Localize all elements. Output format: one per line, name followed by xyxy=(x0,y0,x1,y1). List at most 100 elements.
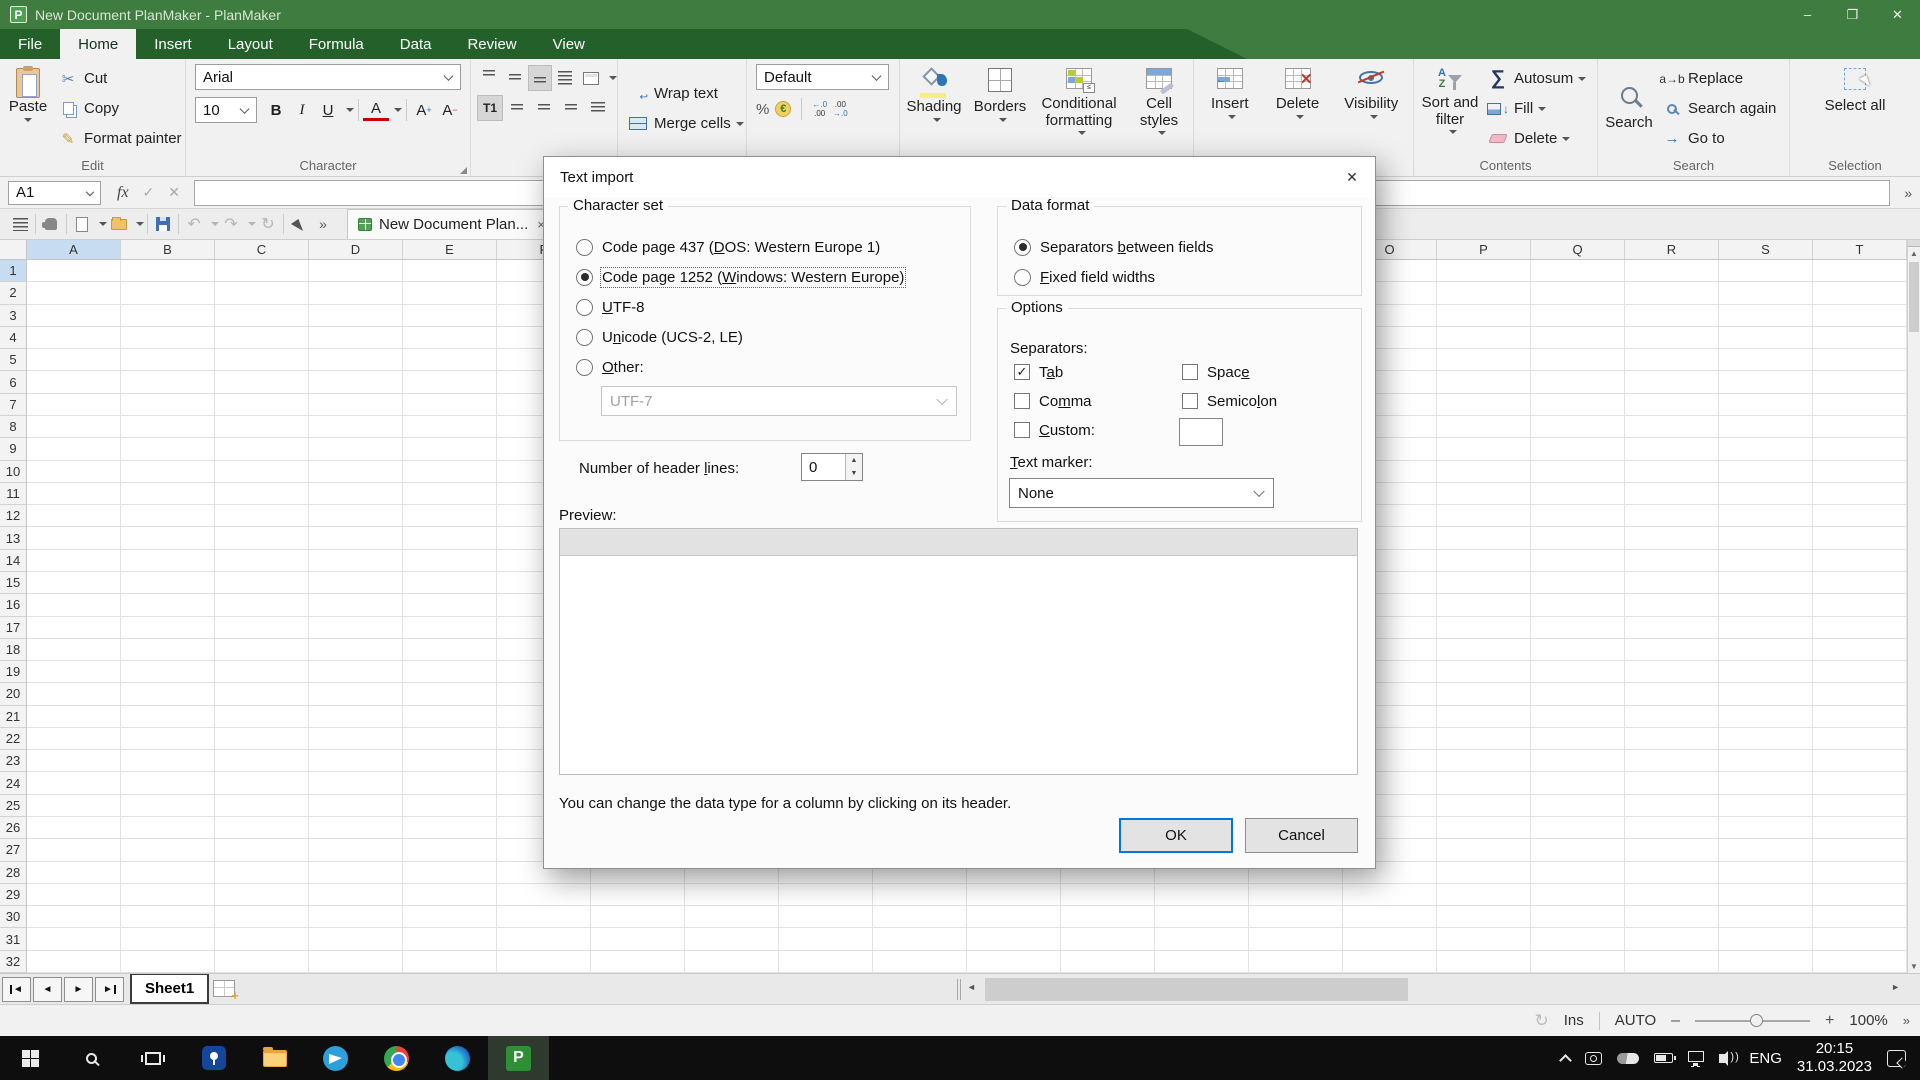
checkbox-space[interactable]: Space xyxy=(1182,357,1250,387)
dialog-close-button[interactable]: ✕ xyxy=(1329,157,1375,197)
cell-T13[interactable] xyxy=(1813,527,1907,549)
row-header-13[interactable]: 13 xyxy=(0,527,27,549)
sort-filter-dropdown-arrow[interactable] xyxy=(1449,130,1457,134)
cell-E13[interactable] xyxy=(403,527,497,549)
cell-S11[interactable] xyxy=(1719,483,1813,505)
cell-B24[interactable] xyxy=(121,772,215,794)
cell-D11[interactable] xyxy=(309,483,403,505)
row-header-2[interactable]: 2 xyxy=(0,282,27,304)
scroll-left-icon[interactable]: ◄ xyxy=(967,982,976,992)
cell-A2[interactable] xyxy=(27,282,121,304)
autosum-dropdown-arrow[interactable] xyxy=(1578,77,1586,81)
cell-D6[interactable] xyxy=(309,371,403,393)
cell-E25[interactable] xyxy=(403,795,497,817)
cell-S6[interactable] xyxy=(1719,371,1813,393)
align-center-button[interactable] xyxy=(531,95,557,121)
cell-B32[interactable] xyxy=(121,951,215,973)
cell-R18[interactable] xyxy=(1625,639,1719,661)
cell-B6[interactable] xyxy=(121,371,215,393)
radio-separators-between-fields[interactable]: Separators between fields xyxy=(1014,232,1213,262)
taskbar-file-explorer-icon[interactable] xyxy=(244,1036,305,1080)
tab-scroll-splitter[interactable] xyxy=(957,979,961,1000)
insert-function-button[interactable]: fx xyxy=(117,184,129,202)
visibility-button[interactable]: Visibility xyxy=(1333,59,1409,158)
cell-R2[interactable] xyxy=(1625,282,1719,304)
replace-button[interactable]: a→bReplace xyxy=(1660,64,1776,94)
currency-format-button[interactable]: € xyxy=(775,101,791,117)
cell-R27[interactable] xyxy=(1625,839,1719,861)
cell-R6[interactable] xyxy=(1625,371,1719,393)
cell-A12[interactable] xyxy=(27,505,121,527)
cell-R21[interactable] xyxy=(1625,706,1719,728)
row-header-12[interactable]: 12 xyxy=(0,505,27,527)
text-marker-combo[interactable]: None xyxy=(1009,478,1274,508)
cell-P22[interactable] xyxy=(1437,728,1531,750)
character-dialog-launcher-icon[interactable] xyxy=(460,167,467,174)
cell-Q17[interactable] xyxy=(1531,617,1625,639)
taskbar-telegram-icon[interactable] xyxy=(305,1036,366,1080)
cell-D24[interactable] xyxy=(309,772,403,794)
vertical-scrollbar-thumb[interactable] xyxy=(1909,262,1919,332)
insert-dropdown-arrow[interactable] xyxy=(1228,115,1236,119)
cell-G32[interactable] xyxy=(591,951,685,973)
add-sheet-button[interactable] xyxy=(213,980,235,997)
row-header-15[interactable]: 15 xyxy=(0,572,27,594)
borders-dropdown-arrow[interactable] xyxy=(999,118,1007,122)
fill-button[interactable]: ↓Fill xyxy=(1486,94,1586,124)
cell-M31[interactable] xyxy=(1155,928,1249,950)
cell-T30[interactable] xyxy=(1813,906,1907,928)
paste-button[interactable]: Paste xyxy=(0,59,56,158)
redo-dropdown-arrow[interactable] xyxy=(248,222,256,226)
conditional-formatting-button[interactable]: ≤ Conditional formatting xyxy=(1033,59,1125,158)
cell-Q13[interactable] xyxy=(1531,527,1625,549)
cell-B21[interactable] xyxy=(121,706,215,728)
status-overflow-icon[interactable]: » xyxy=(1903,1013,1910,1028)
search-again-button[interactable]: Search again xyxy=(1660,94,1776,124)
cell-E32[interactable] xyxy=(403,951,497,973)
cell-C28[interactable] xyxy=(215,862,309,884)
preview-header-row[interactable] xyxy=(560,529,1357,556)
cell-D2[interactable] xyxy=(309,282,403,304)
cell-T24[interactable] xyxy=(1813,772,1907,794)
taskbar-edge-icon[interactable] xyxy=(427,1036,488,1080)
cell-R19[interactable] xyxy=(1625,661,1719,683)
cell-A21[interactable] xyxy=(27,706,121,728)
cell-B17[interactable] xyxy=(121,617,215,639)
cell-T32[interactable] xyxy=(1813,951,1907,973)
cell-S15[interactable] xyxy=(1719,572,1813,594)
cell-Q15[interactable] xyxy=(1531,572,1625,594)
delete-cells-button[interactable]: ✕ Delete xyxy=(1266,59,1330,158)
cell-A18[interactable] xyxy=(27,639,121,661)
battery-icon[interactable] xyxy=(1654,1053,1673,1063)
row-header-4[interactable]: 4 xyxy=(0,327,27,349)
row-header-10[interactable]: 10 xyxy=(0,461,27,483)
previous-sheet-button[interactable]: ◄ xyxy=(33,977,62,1002)
cell-Q11[interactable] xyxy=(1531,483,1625,505)
borders-button[interactable]: Borders xyxy=(968,59,1032,158)
cell-T7[interactable] xyxy=(1813,394,1907,416)
next-sheet-button[interactable]: ► xyxy=(64,977,93,1002)
cell-K32[interactable] xyxy=(967,951,1061,973)
radio-other[interactable]: Other: xyxy=(576,352,644,382)
fill-dropdown-arrow[interactable] xyxy=(1538,107,1546,111)
cell-B2[interactable] xyxy=(121,282,215,304)
cell-B18[interactable] xyxy=(121,639,215,661)
cell-A3[interactable] xyxy=(27,305,121,327)
row-header-11[interactable]: 11 xyxy=(0,483,27,505)
cell-Q3[interactable] xyxy=(1531,305,1625,327)
menu-review[interactable]: Review xyxy=(449,29,534,59)
cell-A7[interactable] xyxy=(27,394,121,416)
cell-A20[interactable] xyxy=(27,683,121,705)
cell-H31[interactable] xyxy=(685,928,779,950)
cell-O30[interactable] xyxy=(1343,906,1437,928)
taskbar-search-icon[interactable] xyxy=(61,1036,122,1080)
open-file-icon[interactable] xyxy=(107,211,131,237)
undo-icon[interactable]: ↶ xyxy=(182,211,206,237)
cell-E29[interactable] xyxy=(403,884,497,906)
sort-filter-button[interactable]: AZ Sort and filter xyxy=(1414,59,1486,158)
cancel-entry-icon[interactable]: ✕ xyxy=(168,184,180,201)
cell-L29[interactable] xyxy=(1061,884,1155,906)
row-header-7[interactable]: 7 xyxy=(0,394,27,416)
cell-C18[interactable] xyxy=(215,639,309,661)
cell-Q6[interactable] xyxy=(1531,371,1625,393)
